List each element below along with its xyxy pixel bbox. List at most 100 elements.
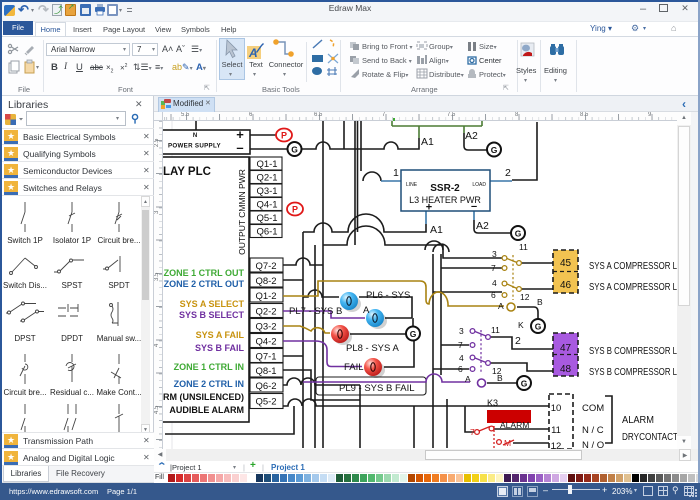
svg-text:G: G [535, 322, 542, 332]
svg-text:A2: A2 [465, 130, 478, 142]
svg-text:Residual c...: Residual c... [50, 388, 94, 397]
svg-text:G: G [515, 229, 522, 239]
svg-text:Circuit bre...: Circuit bre... [97, 236, 140, 245]
svg-text:7: 7 [491, 263, 496, 273]
svg-text:DPDT: DPDT [61, 334, 83, 343]
svg-text:★: ★ [7, 182, 15, 192]
svg-text:SYS B COMPRESSOR L: SYS B COMPRESSOR L [589, 366, 677, 378]
svg-text:SYS B COMPRESSOR L: SYS B COMPRESSOR L [589, 345, 677, 357]
svg-text:Q8-1: Q8-1 [255, 366, 276, 377]
svg-text:Q2-2: Q2-2 [255, 307, 276, 318]
svg-text:12: 12 [551, 441, 562, 449]
svg-text:46: 46 [560, 280, 572, 291]
svg-text:Q4-2: Q4-2 [255, 337, 276, 348]
svg-text:47: 47 [560, 343, 572, 354]
svg-text:★: ★ [7, 165, 15, 175]
svg-text:4: 4 [492, 278, 497, 288]
svg-text:–: – [471, 201, 477, 213]
svg-text:Switch Dis...: Switch Dis... [3, 281, 47, 290]
svg-text:G: G [491, 145, 498, 155]
svg-text:Q4-1: Q4-1 [256, 200, 277, 211]
svg-text:Manual sw...: Manual sw... [97, 334, 141, 343]
svg-text:LINE: LINE [406, 182, 418, 188]
svg-text:P: P [281, 131, 287, 141]
svg-text:4: 4 [459, 353, 464, 363]
svg-text:M: M [504, 438, 511, 448]
svg-text:Circuit bre...: Circuit bre... [3, 388, 46, 397]
svg-text:SYS B SELECT: SYS B SELECT [179, 310, 245, 320]
svg-text:Q5-2: Q5-2 [255, 397, 276, 408]
svg-text:COM: COM [582, 403, 604, 414]
svg-text:K: K [518, 320, 524, 330]
svg-text:45: 45 [560, 258, 572, 269]
svg-text:POWER SUPPLY: POWER SUPPLY [168, 143, 221, 150]
svg-text:Make Cont...: Make Cont... [96, 388, 141, 397]
svg-text:PL6 - SYS: PL6 - SYS [366, 290, 410, 301]
svg-text:Q8-2: Q8-2 [255, 276, 276, 287]
svg-text:OUTPUT CMMN PWR: OUTPUT CMMN PWR [237, 169, 247, 255]
svg-text:N: N [193, 133, 197, 139]
svg-text:48: 48 [560, 364, 572, 375]
svg-text:ZONE 2 CTRL IN: ZONE 2 CTRL IN [174, 379, 244, 389]
svg-text:DRYCONTACT: DRYCONTACT [622, 431, 677, 443]
svg-text:★: ★ [7, 452, 15, 462]
svg-text:Q1-2: Q1-2 [255, 291, 276, 302]
svg-text:SPDT: SPDT [108, 281, 129, 290]
svg-text:ALARM: ALARM [500, 420, 529, 430]
svg-text:A: A [465, 374, 471, 384]
svg-text:PL9 - SYS B FAIL: PL9 - SYS B FAIL [339, 383, 415, 394]
svg-text:SYS B FAIL: SYS B FAIL [195, 343, 245, 353]
svg-text:7: 7 [458, 340, 463, 350]
svg-text:B: B [537, 297, 543, 307]
svg-text:3: 3 [459, 326, 464, 336]
svg-text:SPST: SPST [62, 281, 83, 290]
svg-text:SYS A COMPRESSOR L: SYS A COMPRESSOR L [589, 281, 677, 293]
svg-text:★: ★ [7, 131, 15, 141]
svg-text:DPST: DPST [14, 334, 35, 343]
svg-text:FAIL: FAIL [344, 362, 364, 373]
svg-text:ZONE 2 CTRL OUT: ZONE 2 CTRL OUT [164, 279, 245, 289]
svg-text:Q1-1: Q1-1 [256, 159, 277, 170]
svg-text:Switch 1P: Switch 1P [7, 236, 43, 245]
svg-text:6: 6 [458, 364, 463, 374]
svg-text:11: 11 [551, 425, 561, 436]
svg-text:Q6-1: Q6-1 [256, 227, 277, 238]
svg-text:A: A [248, 46, 258, 59]
svg-text:B: B [497, 373, 503, 383]
svg-text:N / O: N / O [582, 440, 604, 449]
svg-text:3: 3 [492, 249, 497, 259]
svg-text:A2: A2 [476, 220, 489, 232]
svg-text:ARM (UNSILENCED): ARM (UNSILENCED) [163, 392, 244, 402]
svg-text:A1: A1 [430, 224, 443, 236]
svg-text:G: G [291, 145, 298, 155]
svg-text:Isolator 1P: Isolator 1P [53, 236, 91, 245]
svg-text:LOAD: LOAD [472, 182, 486, 188]
svg-text:11: 11 [491, 325, 500, 335]
svg-text:Q5-1: Q5-1 [256, 213, 277, 224]
svg-text:G: G [521, 379, 528, 389]
svg-text:1: 1 [393, 167, 399, 179]
svg-text:N / C: N / C [582, 425, 604, 436]
svg-text:SYS A COMPRESSOR L: SYS A COMPRESSOR L [589, 260, 677, 272]
svg-text:ZONE 1 CTRL OUT: ZONE 1 CTRL OUT [164, 268, 245, 278]
svg-text:11: 11 [519, 242, 528, 252]
svg-text:LAY PLC: LAY PLC [163, 166, 211, 178]
svg-text:12: 12 [520, 292, 530, 302]
svg-text:K3: K3 [487, 398, 498, 408]
svg-text:A: A [363, 305, 370, 316]
svg-text:+: + [426, 202, 432, 214]
svg-text:–: – [236, 140, 243, 155]
svg-text:PL8 - SYS A: PL8 - SYS A [346, 343, 399, 354]
svg-text:2: 2 [515, 335, 521, 347]
svg-text:A1: A1 [421, 136, 434, 148]
svg-text:AUDIBLE ALARM: AUDIBLE ALARM [169, 405, 244, 415]
svg-text:SSR-2: SSR-2 [430, 183, 460, 194]
svg-text:ZONE 1 CTRL IN: ZONE 1 CTRL IN [174, 362, 244, 372]
svg-text:SYS A SELECT: SYS A SELECT [180, 299, 245, 309]
svg-text:Q2-1: Q2-1 [256, 173, 277, 184]
svg-text:Q3-2: Q3-2 [255, 322, 276, 333]
svg-text:7: 7 [470, 427, 475, 437]
svg-text:Q7-1: Q7-1 [255, 352, 276, 363]
svg-text:Q3-1: Q3-1 [256, 186, 277, 197]
svg-text:★: ★ [7, 148, 15, 158]
